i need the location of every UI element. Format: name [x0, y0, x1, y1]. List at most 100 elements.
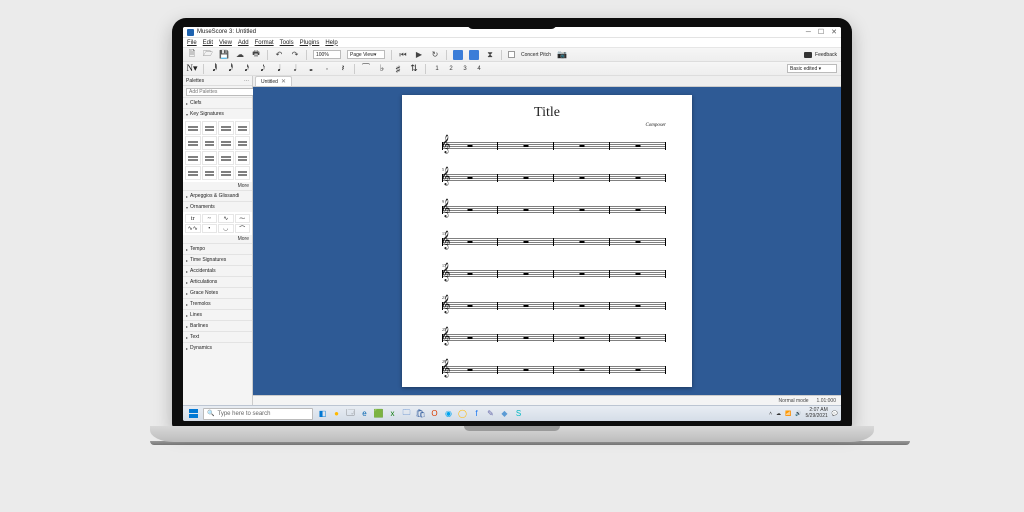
view-select[interactable]: Page View ▾ — [347, 50, 385, 59]
staff-system[interactable]: 5𝄞 — [428, 166, 666, 190]
palette-arpeggios-glissandi[interactable]: ▸Arpeggios & Glissandi — [183, 190, 252, 201]
menu-view[interactable]: View — [219, 40, 232, 46]
loop-end-icon[interactable] — [469, 50, 479, 60]
staff-system[interactable]: 13𝄞 — [428, 230, 666, 254]
palette-lines[interactable]: ▸Lines — [183, 309, 252, 320]
key-signature-cell[interactable] — [218, 151, 234, 165]
open-file-icon[interactable]: 🗁 — [203, 50, 213, 60]
close-button[interactable]: ✕ — [831, 29, 837, 36]
ornament-cell[interactable]: ∿∿ — [185, 224, 201, 233]
note-input-icon[interactable]: N▾ — [187, 64, 197, 74]
metronome-icon[interactable]: ⧗ — [485, 50, 495, 60]
palette-time-signatures[interactable]: ▸Time Signatures — [183, 254, 252, 265]
palette-text[interactable]: ▸Text — [183, 331, 252, 342]
palette-grace-notes[interactable]: ▸Grace Notes — [183, 287, 252, 298]
taskbar-app[interactable]: S — [512, 407, 525, 420]
taskbar-app[interactable]: ◧ — [316, 407, 329, 420]
feedback-icon[interactable] — [804, 52, 812, 58]
key-signature-cell[interactable] — [202, 166, 218, 180]
menu-format[interactable]: Format — [255, 40, 274, 46]
duration-64th[interactable]: 𝅘𝅥𝅱 — [210, 64, 220, 74]
sharp-icon[interactable]: ♯ — [393, 64, 403, 74]
staff-system[interactable]: 21𝄞 — [428, 294, 666, 318]
ornament-cell[interactable]: tr — [185, 214, 201, 223]
palette-dynamics[interactable]: ▸Dynamics — [183, 342, 252, 353]
feedback-label[interactable]: Feedback — [815, 52, 837, 58]
zoom-select[interactable]: 100% — [313, 50, 341, 59]
palette-barlines[interactable]: ▸Barlines — [183, 320, 252, 331]
tab-untitled[interactable]: Untitled ✕ — [255, 76, 292, 86]
key-signature-cell[interactable] — [185, 166, 201, 180]
staff-system[interactable]: 29𝄞 — [428, 358, 666, 382]
rest-icon[interactable]: 𝄽 — [338, 64, 348, 74]
ornament-cell[interactable]: ⁓ — [235, 214, 251, 223]
rewind-icon[interactable]: ⏮ — [398, 50, 408, 60]
close-tab-icon[interactable]: ✕ — [281, 78, 286, 85]
tray-volume-icon[interactable]: 🔊 — [795, 411, 801, 417]
tray-cloud-icon[interactable]: ☁ — [776, 411, 781, 417]
taskbar-app[interactable]: ◯ — [456, 407, 469, 420]
tray-wifi-icon[interactable]: 📶 — [785, 411, 791, 417]
concert-pitch-checkbox[interactable] — [508, 51, 515, 58]
palette-more[interactable]: More — [183, 235, 252, 243]
ornament-cell[interactable]: • — [202, 224, 218, 233]
ornament-cell[interactable]: ~ — [202, 214, 218, 223]
taskbar-app[interactable]: 🟩 — [372, 407, 385, 420]
taskbar-app[interactable]: e — [358, 407, 371, 420]
flip-icon[interactable]: ⇅ — [409, 64, 419, 74]
cloud-icon[interactable]: ☁ — [235, 50, 245, 60]
maximize-button[interactable]: ☐ — [818, 29, 824, 36]
key-signature-cell[interactable] — [202, 136, 218, 150]
taskbar-app[interactable]: 🗔 — [344, 407, 357, 420]
score-composer[interactable]: Composer — [428, 123, 666, 128]
ornament-cell[interactable]: ◡ — [218, 224, 234, 233]
staff-system[interactable]: 𝄞 — [428, 134, 666, 158]
taskbar-search[interactable]: 🔍 Type here to search — [203, 408, 313, 420]
duration-quarter[interactable]: 𝅘𝅥 — [274, 64, 284, 74]
key-signature-cell[interactable] — [185, 151, 201, 165]
menu-plugins[interactable]: Plugins — [300, 40, 320, 46]
notifications-icon[interactable]: 💬 — [832, 411, 838, 417]
taskbar-app[interactable]: ◉ — [442, 407, 455, 420]
score-canvas[interactable]: Title Composer 𝄞5𝄞9𝄞13𝄞17𝄞21𝄞25𝄞29𝄞 — [253, 87, 841, 395]
palette-articulations[interactable]: ▸Articulations — [183, 276, 252, 287]
duration-32nd[interactable]: 𝅘𝅥𝅰 — [226, 64, 236, 74]
key-signature-cell[interactable] — [185, 121, 201, 135]
taskbar-app[interactable]: ◆ — [498, 407, 511, 420]
taskbar-app[interactable]: ✎ — [484, 407, 497, 420]
menu-tools[interactable]: Tools — [280, 40, 294, 46]
key-signature-cell[interactable] — [202, 121, 218, 135]
palettes-menu-icon[interactable]: ⋯ — [244, 78, 249, 84]
key-signature-cell[interactable] — [235, 136, 251, 150]
duration-8th[interactable]: 𝅘𝅥𝅮 — [258, 64, 268, 74]
duration-dot[interactable]: · — [322, 64, 332, 74]
flat-icon[interactable]: ♭ — [377, 64, 387, 74]
staff-system[interactable]: 17𝄞 — [428, 262, 666, 286]
key-signature-cell[interactable] — [235, 166, 251, 180]
palette-key-signatures[interactable]: ▾Key Signatures — [183, 108, 252, 119]
play-icon[interactable]: ▶ — [414, 50, 424, 60]
system-tray[interactable]: ˄ ☁ 📶 🔊 2:07 AM 5/29/2021 💬 — [769, 408, 838, 419]
key-signature-cell[interactable] — [218, 121, 234, 135]
taskbar-app[interactable]: ● — [330, 407, 343, 420]
voice-2[interactable]: 2 — [446, 64, 456, 74]
redo-icon[interactable]: ↷ — [290, 50, 300, 60]
key-signature-cell[interactable] — [235, 121, 251, 135]
add-palettes-input[interactable] — [186, 88, 258, 96]
ornament-cell[interactable]: ⌒ — [235, 224, 251, 233]
voice-3[interactable]: 3 — [460, 64, 470, 74]
start-button[interactable] — [186, 407, 200, 420]
score-title[interactable]: Title — [428, 105, 666, 121]
save-icon[interactable]: 💾 — [219, 50, 229, 60]
duration-16th[interactable]: 𝅘𝅥𝅯 — [242, 64, 252, 74]
loop-icon[interactable]: ↻ — [430, 50, 440, 60]
minimize-button[interactable]: ─ — [806, 29, 811, 36]
palette-clefs[interactable]: ▸Clefs — [183, 97, 252, 108]
menu-add[interactable]: Add — [238, 40, 249, 46]
taskbar-app[interactable]: f — [470, 407, 483, 420]
palette-tempo[interactable]: ▸Tempo — [183, 243, 252, 254]
key-signature-cell[interactable] — [218, 166, 234, 180]
palette-more[interactable]: More — [183, 182, 252, 190]
new-file-icon[interactable]: 🗎 — [187, 50, 197, 60]
menu-edit[interactable]: Edit — [203, 40, 213, 46]
